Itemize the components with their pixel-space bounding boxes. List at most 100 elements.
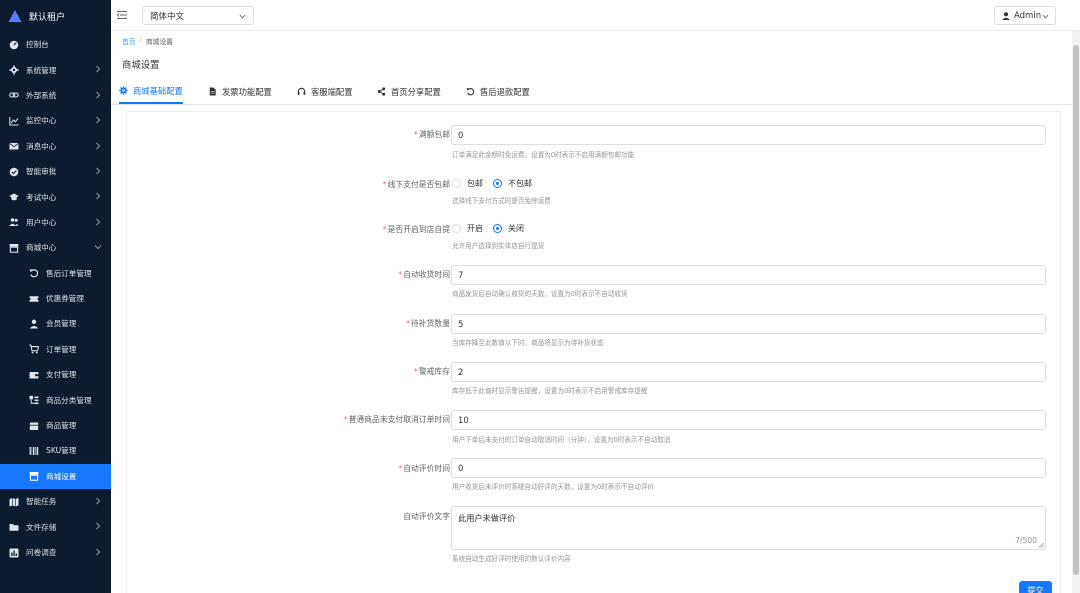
sidebar-item-dashboard[interactable]: 控制台 [0,32,111,57]
top-header: 简体中文 Admin [111,0,1080,31]
resize-handle-icon[interactable] [1038,542,1044,548]
sidebar-item-label: 智能审批 [26,167,57,177]
sidebar-item-store[interactable]: 商城中心 [0,235,111,260]
headset-icon [297,87,306,95]
radio-free-shipping[interactable]: 包邮 [452,178,483,189]
offline-pay-shipping-help: 选择线下支付方式时是否免除运费 [452,197,551,205]
sidebar-subitem-barcode[interactable]: SKU管理 [0,438,111,463]
unpaid-cancel-input[interactable]: 10 [451,410,1046,430]
envelope-icon [8,141,19,152]
shop-icon [28,471,39,482]
sidebar-subitem-cart[interactable]: 订单管理 [0,337,111,362]
chevron-right-icon [96,497,101,505]
sidebar-subitem-undo[interactable]: 售后订单管理 [0,261,111,286]
offline-pay-shipping-label: *线下支付是否包邮 [382,180,450,189]
sidebar-item-link[interactable]: 外部系统 [0,83,111,108]
sidebar-item-graduation-cap[interactable]: 考试中心 [0,184,111,209]
tab-basic-config[interactable]: 商城基础配置 [119,79,183,104]
warn-stock-input[interactable]: 2 [451,362,1046,382]
sidebar-item-label: 控制台 [26,40,49,50]
sidebar-menu: 控制台系统管理外部系统监控中心消息中心智能审批考试中心 用户中心 商城中心售后订单管… [0,32,111,565]
chevron-down-icon [1042,14,1049,19]
chevron-right-icon [96,116,101,124]
share-icon [377,87,386,96]
barcode-icon [28,445,39,456]
wallet-icon [28,369,39,380]
store-pickup-help: 允许用户选择到实体店自行提货 [452,242,545,250]
brand[interactable]: 默认租户 [0,0,111,32]
unpaid-cancel-label: *普通商品未支付取消订单时间 [343,415,450,424]
page-title: 商城设置 [122,60,160,71]
sidebar-item-folder[interactable]: 文件存储 [0,514,111,539]
radio-circle [493,224,502,233]
sidebar-item-envelope[interactable]: 消息中心 [0,134,111,159]
ticket-icon [28,293,39,304]
sidebar-subitem-ticket[interactable]: 优惠券管理 [0,286,111,311]
radio-label: 包邮 [467,179,483,188]
breadcrumb-home[interactable]: 首页 [122,36,136,46]
sidebar-item-label: 问卷调查 [26,548,57,557]
review-text-textarea[interactable]: 此用户未做评价 7/500 [451,506,1046,550]
sidebar-subitem-wallet[interactable]: 支付管理 [0,362,111,387]
unpaid-cancel-help: 用户下单后未支付的订单自动取消时间（分钟），设置为0时表示不自动取消 [452,436,671,444]
tab-label: 售后退款配置 [480,86,530,97]
settings-tabs: 商城基础配置 发票功能配置 客服端配置 首页分享配置 售后退款配置 [111,79,1072,105]
tab-label: 首页分享配置 [391,86,441,97]
warn-stock-label: *警戒库存 [413,367,450,376]
chevron-right-icon [96,142,101,149]
category-icon [28,395,39,406]
user-menu-button[interactable]: Admin [994,6,1056,25]
sidebar-subitem-user[interactable]: 会员管理 [0,311,111,336]
collapse-menu-icon[interactable] [117,10,127,20]
radio-no-free-shipping[interactable]: 不包邮 [493,178,532,189]
submit-button[interactable]: 提交 [1019,581,1052,593]
free-shipping-input[interactable]: 0 [451,125,1046,145]
free-shipping-help: 订单满足此金额时免运费，设置为0时表示不启用满额包邮功能 [452,151,635,159]
auto-review-help: 用户收货后未评价时系统自动好评的天数，设置为0时表示不自动评价 [452,483,655,491]
sidebar-subitem-category[interactable]: 商品分类管理 [0,387,111,412]
auto-receive-input[interactable]: 7 [451,265,1046,285]
store-icon [8,242,19,253]
input-value: 7 [458,270,464,280]
tab-share-config[interactable]: 首页分享配置 [377,79,441,104]
sidebar-item-line-chart[interactable]: 监控中心 [0,108,111,133]
auto-review-input[interactable]: 0 [451,458,1046,478]
sidebar-item-label: 订单管理 [46,344,77,354]
review-text-label: 自动评价文字 [403,512,450,521]
sidebar-item-users[interactable]: 用户中心 [0,210,111,235]
tab-invoice-config[interactable]: 发票功能配置 [208,79,272,104]
tenant-name: 默认租户 [29,12,66,23]
sidebar-item-label: 消息中心 [26,141,57,151]
scrollbar-thumb[interactable] [1073,45,1079,575]
sidebar-item-approval[interactable]: 智能审批 [0,159,111,184]
sidebar-subitem-shop[interactable]: 商城设置 [0,463,111,490]
store-pickup-radio-group: 开启 关闭 [452,223,534,234]
radio-circle [452,179,461,188]
tab-customer-service-config[interactable]: 客服端配置 [297,79,353,104]
radio-circle [452,224,461,233]
user-name: Admin [1014,10,1042,21]
char-counter: 7/500 [1015,536,1037,545]
sidebar-subitem-box[interactable]: 商品管理 [0,413,111,438]
sidebar-item-label: 售后订单管理 [46,268,92,278]
graduation-cap-icon [8,192,19,203]
radio-enable[interactable]: 开启 [452,223,483,234]
page-scrollbar[interactable] [1072,31,1080,593]
sidebar-item-gear[interactable]: 系统管理 [0,57,111,82]
restock-qty-label: *待补货数量 [406,319,450,328]
breadcrumb: 首页 / 商城设置 [122,36,173,46]
link-icon [8,90,19,101]
sidebar-item-label: 监控中心 [26,116,57,126]
line-chart-icon [8,115,19,126]
radio-disable[interactable]: 关闭 [493,223,524,234]
undo-icon [466,88,475,96]
sidebar-item-poll[interactable]: 问卷调查 [0,540,111,565]
language-select[interactable]: 简体中文 [142,6,254,25]
restock-qty-input[interactable]: 5 [451,314,1046,334]
gear-icon [8,65,19,76]
sidebar-item-label: 外部系统 [26,90,57,100]
sidebar-item-label: 会员管理 [46,319,77,329]
sidebar-item-map[interactable]: 智能任务 [0,489,111,514]
sidebar-item-label: 商品管理 [46,421,77,431]
tab-refund-config[interactable]: 售后退款配置 [466,79,530,104]
